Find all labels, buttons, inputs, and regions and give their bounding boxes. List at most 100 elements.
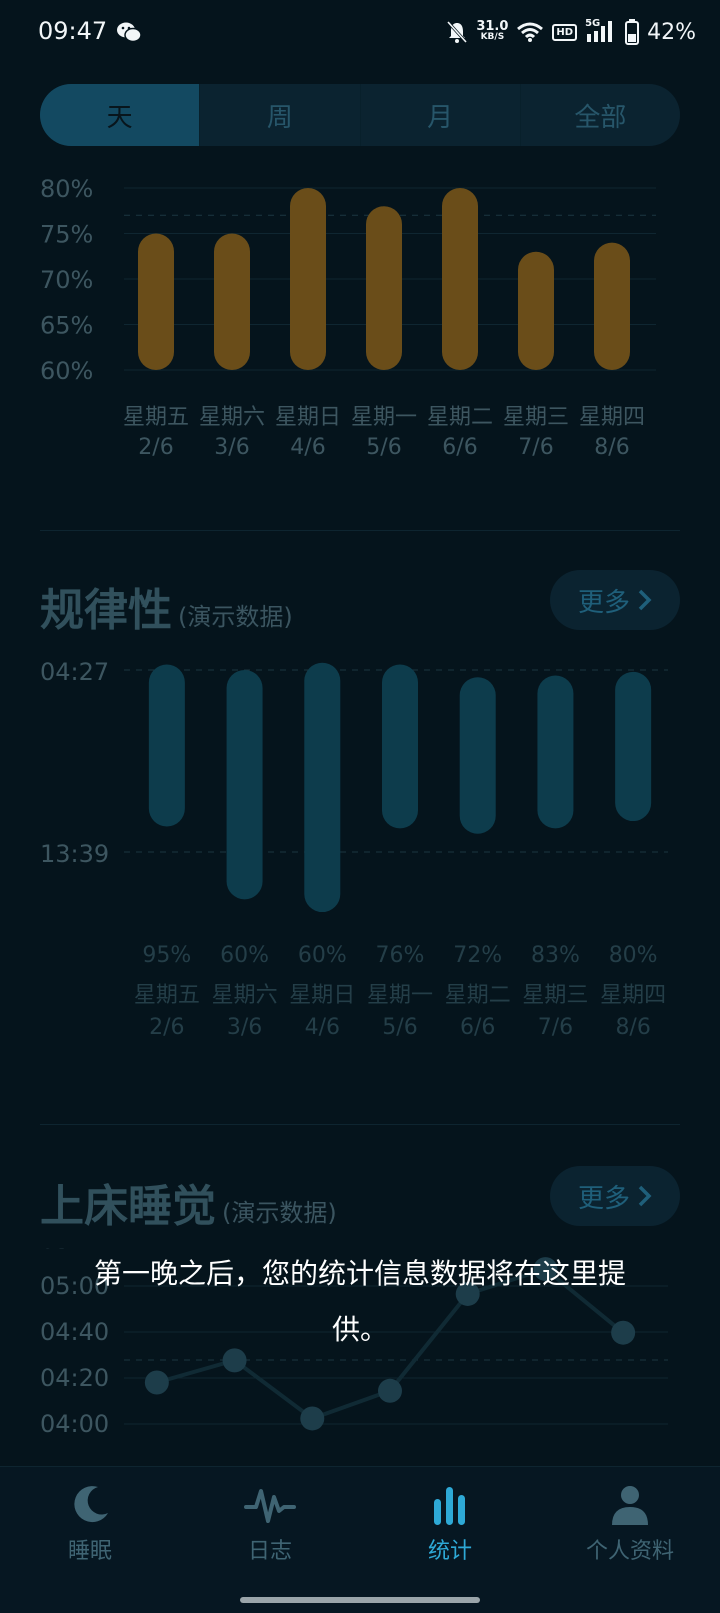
x-tick-date: 7/6 xyxy=(518,435,553,460)
x-tick-day: 星期六 xyxy=(212,983,278,1008)
bedtime-title-text: 上床睡觉 xyxy=(40,1181,216,1232)
data-point xyxy=(300,1406,325,1431)
bar xyxy=(138,233,174,370)
x-tick-date: 4/6 xyxy=(290,435,325,460)
x-tick-day: 星期二 xyxy=(427,405,493,430)
nav-sleep[interactable]: 睡眠 xyxy=(0,1483,180,1583)
x-tick-day: 星期日 xyxy=(289,983,355,1008)
percent-label: 95% xyxy=(142,943,191,968)
nav-journal[interactable]: 日志 xyxy=(180,1483,360,1583)
tab-day[interactable]: 天 xyxy=(40,84,200,146)
range-bar xyxy=(615,671,652,822)
y-tick-label: 80% xyxy=(40,175,93,203)
moon-icon xyxy=(74,1486,108,1523)
regularity-more-button[interactable]: 更多 xyxy=(550,570,680,630)
bar xyxy=(518,251,554,370)
chevron-right-icon xyxy=(638,1185,652,1207)
bedtime-title: 上床睡觉 (演示数据) xyxy=(40,1170,337,1234)
chevron-right-icon xyxy=(638,589,652,611)
nav-profile[interactable]: 个人资料 xyxy=(540,1483,720,1583)
x-tick-date: 5/6 xyxy=(366,435,401,460)
tab-month[interactable]: 月 xyxy=(359,84,520,146)
data-point xyxy=(378,1378,402,1403)
section-divider xyxy=(40,1124,680,1125)
person-icon xyxy=(612,1486,648,1525)
regularity-title: 规律性 (演示数据) xyxy=(40,574,293,638)
range-bar xyxy=(304,662,341,913)
bedtime-more-button[interactable]: 更多 xyxy=(550,1166,680,1226)
period-tabs: 天 周 月 全部 xyxy=(40,84,680,146)
battery-icon xyxy=(625,19,640,45)
signal-bars-icon xyxy=(587,21,613,42)
percent-label: 60% xyxy=(220,943,269,968)
regularity-range-chart: 04:27 13:39 95% 星期五 2/6 60% 星期六 3/6 60% 星期日 4/6 76%… xyxy=(40,660,668,1040)
y-tick-label: 65% xyxy=(40,312,93,340)
y-tick-label: 60% xyxy=(40,357,93,385)
x-tick-date: 5/6 xyxy=(382,1015,417,1040)
more-label: 更多 xyxy=(577,1183,630,1214)
y-tick-label: 04:00 xyxy=(40,1410,109,1438)
nav-statistics[interactable]: 统计 xyxy=(360,1483,540,1583)
x-tick-day: 星期四 xyxy=(600,983,666,1008)
status-bar: 09:47 31.0 KB/S HD 5G 42% xyxy=(0,0,720,66)
section-divider xyxy=(40,530,680,531)
percent-label: 76% xyxy=(376,943,425,968)
range-bar xyxy=(148,664,185,827)
x-tick-date: 2/6 xyxy=(138,435,173,460)
bar xyxy=(214,233,250,370)
wechat-icon xyxy=(117,22,142,43)
mute-bell-icon xyxy=(447,20,468,44)
x-tick-day: 星期一 xyxy=(351,405,417,430)
network-speed-unit: KB/S xyxy=(480,32,505,42)
battery-level: 42% xyxy=(647,19,696,45)
more-label: 更多 xyxy=(577,587,630,618)
x-tick-day: 星期三 xyxy=(522,983,588,1008)
bar xyxy=(594,242,630,370)
home-indicator[interactable] xyxy=(240,1597,480,1603)
status-icons: 31.0 KB/S HD 5G 42% xyxy=(446,15,696,49)
x-tick-date: 8/6 xyxy=(594,435,629,460)
x-tick-date: 6/6 xyxy=(460,1015,495,1040)
wave-icon xyxy=(244,1489,296,1523)
bar-chart-icon xyxy=(434,1487,465,1525)
x-tick-date: 7/6 xyxy=(538,1015,573,1040)
percent-label: 72% xyxy=(453,943,502,968)
bedtime-subtitle: (演示数据) xyxy=(222,1199,337,1227)
regularity-title-text: 规律性 xyxy=(40,585,172,636)
tab-week[interactable]: 周 xyxy=(199,84,359,146)
y-tick-label: 70% xyxy=(40,266,93,294)
wifi-icon xyxy=(517,22,544,42)
nav-journal-label: 日志 xyxy=(247,1539,292,1564)
nav-statistics-label: 统计 xyxy=(427,1539,472,1564)
x-tick-date: 6/6 xyxy=(442,435,477,460)
x-tick-day: 星期四 xyxy=(579,405,645,430)
x-tick-date: 8/6 xyxy=(615,1015,650,1040)
y-tick-label: 04:27 xyxy=(40,660,109,686)
x-tick-date: 2/6 xyxy=(149,1015,184,1040)
percent-label: 60% xyxy=(298,943,347,968)
bar xyxy=(290,188,326,370)
bar xyxy=(442,188,478,370)
x-tick-date: 3/6 xyxy=(227,1015,262,1040)
empty-state-message: 第一晚之后，您的统计信息数据将在这里提供。 xyxy=(93,1257,626,1346)
y-tick-label: 75% xyxy=(40,221,93,249)
x-tick-day: 星期五 xyxy=(134,983,200,1008)
hd-icon: HD xyxy=(552,23,578,41)
range-bar xyxy=(537,675,574,829)
tab-all[interactable]: 全部 xyxy=(519,84,680,146)
x-tick-day: 星期日 xyxy=(275,405,341,430)
efficiency-bar-chart: 80% 75% 70% 65% 60% 星期五 2/6 星期六 3/6 星期日 4/6 星期一 5/6 星… xyxy=(40,175,656,460)
bar xyxy=(366,206,402,370)
nav-sleep-label: 睡眠 xyxy=(67,1539,112,1564)
network-speed: 31.0 KB/S xyxy=(476,19,509,43)
y-tick-label: 04:20 xyxy=(40,1364,109,1392)
x-tick-day: 星期五 xyxy=(123,405,189,430)
status-time: 09:47 xyxy=(38,17,108,45)
data-point xyxy=(144,1370,169,1395)
x-tick-day: 星期一 xyxy=(367,983,433,1008)
regularity-subtitle: (演示数据) xyxy=(178,603,293,631)
network-speed-value: 31.0 xyxy=(476,19,509,34)
nav-profile-label: 个人资料 xyxy=(585,1539,674,1564)
y-tick-label: 13:39 xyxy=(40,840,109,868)
x-tick-day: 星期六 xyxy=(199,405,265,430)
